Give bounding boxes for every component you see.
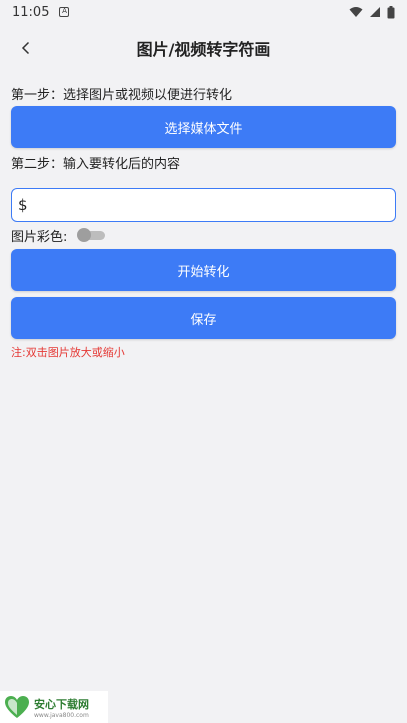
wifi-icon — [349, 7, 363, 17]
watermark-url: www.java800.com — [34, 711, 89, 719]
battery-icon — [387, 5, 395, 18]
chevron-left-icon — [21, 41, 30, 55]
step1-label: 第一步：选择图片或视频以便进行转化 — [11, 88, 233, 103]
app-bar: 图片/视频转字符画 — [0, 24, 407, 72]
watermark: 安心下载网 www.java800.com — [0, 691, 108, 723]
status-time: 11:05 — [12, 4, 50, 20]
color-option-row: 图片彩色: — [11, 226, 106, 245]
select-media-button[interactable]: 选择媒体文件 — [11, 106, 396, 148]
page-title: 图片/视频转字符画 — [136, 40, 271, 59]
signal-icon — [370, 7, 380, 17]
content-input[interactable]: $ — [11, 188, 396, 222]
color-option-label: 图片彩色: — [11, 229, 68, 245]
save-button[interactable]: 保存 — [11, 297, 396, 339]
back-button[interactable] — [14, 36, 38, 60]
content-input-value: $ — [18, 196, 28, 214]
hint-note: 注:双击图片放大或缩小 — [11, 346, 125, 359]
heart-logo-icon — [5, 696, 29, 718]
status-bar: 11:05 A — [0, 0, 407, 24]
color-toggle[interactable] — [77, 228, 106, 242]
notification-icon: A — [59, 7, 70, 17]
start-convert-button[interactable]: 开始转化 — [11, 249, 396, 291]
status-icons — [349, 5, 395, 19]
step2-label: 第二步：输入要转化后的内容 — [11, 157, 181, 172]
watermark-name: 安心下载网 — [34, 697, 89, 711]
